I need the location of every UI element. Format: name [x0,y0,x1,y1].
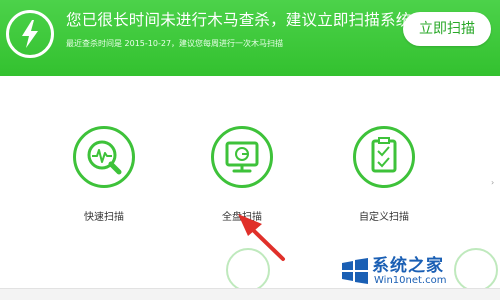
watermark-url: Win10net.com [374,275,447,286]
scroll-arrow-icon[interactable]: › [491,178,497,188]
watermark-title: 系统之家 [372,256,444,276]
partial-ring [226,248,270,292]
windows-logo-icon [342,258,368,284]
watermark: 系统之家 Win10net.com [338,251,498,291]
